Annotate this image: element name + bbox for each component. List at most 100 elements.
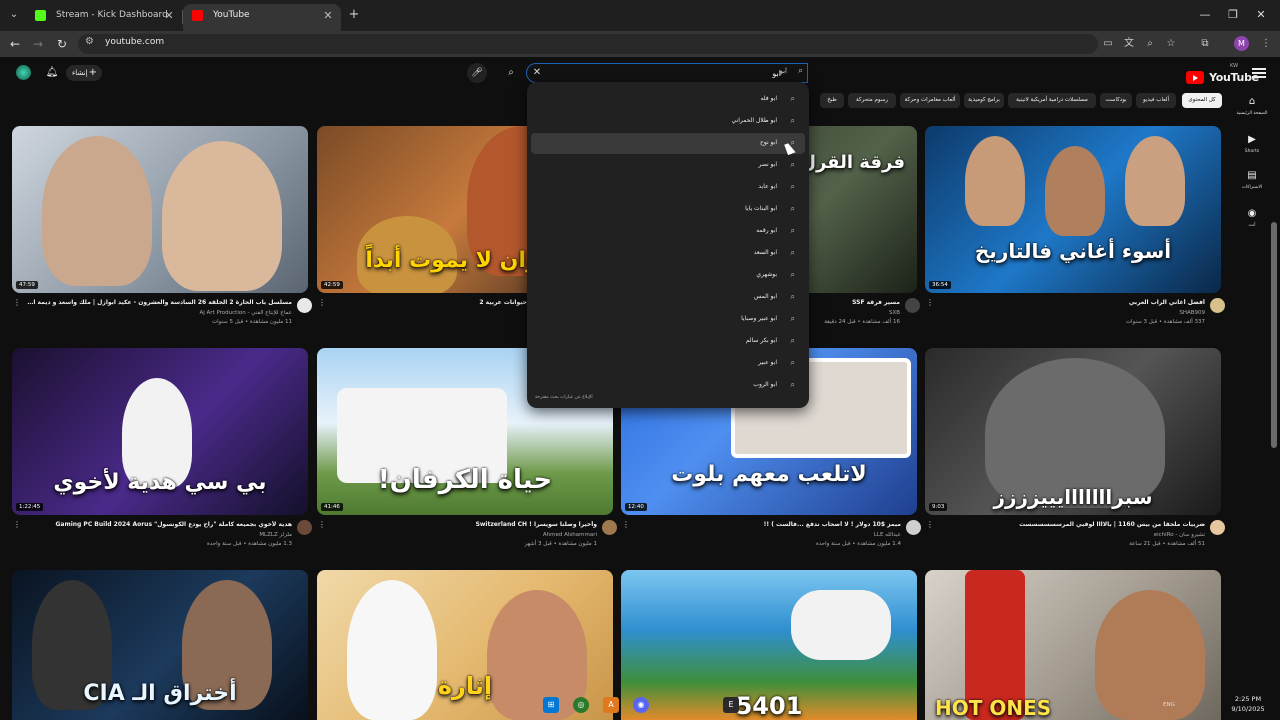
youtube-logo[interactable]: YouTube KW bbox=[1186, 63, 1259, 84]
page-scrollbar[interactable] bbox=[1271, 222, 1277, 448]
channel-avatar[interactable] bbox=[906, 520, 921, 535]
channel-avatar[interactable] bbox=[1210, 298, 1225, 313]
forward-arrow-icon[interactable]: → bbox=[29, 35, 47, 53]
more-actions-icon[interactable]: ⋮ bbox=[317, 298, 327, 307]
epic-taskbar-icon[interactable]: E bbox=[723, 697, 739, 713]
discord-taskbar-icon[interactable]: ◉ bbox=[633, 697, 649, 713]
chip-video-games[interactable]: ألعاب فيديو bbox=[1136, 93, 1176, 108]
cast-icon[interactable]: ▭ bbox=[1100, 36, 1116, 52]
suggestion-item[interactable]: ⌕ ابو رقمه bbox=[531, 221, 805, 242]
tab-search-chevron-icon[interactable]: ⌄ bbox=[6, 6, 22, 24]
video-thumbnail[interactable]: إثارة bbox=[317, 570, 613, 720]
suggestion-item[interactable]: ⌕ ابو طلال الحمراني bbox=[531, 111, 805, 132]
profile-avatar[interactable]: M bbox=[1234, 36, 1249, 51]
suggestion-item[interactable]: ⌕ ابو بكر سالم bbox=[531, 331, 805, 352]
new-tab-plus-icon[interactable]: + bbox=[346, 6, 362, 24]
video-thumbnail[interactable]: بي سي هدية لأخوي 1:22:45 bbox=[12, 348, 308, 515]
minimize-icon[interactable]: — bbox=[1196, 6, 1214, 24]
channel-name[interactable]: ملزلز MLZLZ bbox=[26, 532, 292, 538]
keyboard-language[interactable]: ENG bbox=[1163, 702, 1175, 708]
channel-name[interactable]: عماج للإنتاج الفني - Aj Art Production bbox=[26, 310, 292, 316]
search-button-icon[interactable]: ⌕ bbox=[498, 63, 524, 83]
translate-icon[interactable]: 文 bbox=[1121, 36, 1137, 52]
chip-podcasts[interactable]: بودكاست bbox=[1100, 93, 1132, 108]
suggestion-item[interactable]: ⌕ ابو الروب bbox=[531, 375, 805, 396]
chip-action-adventure[interactable]: ألعاب مغامرات وحركة bbox=[900, 93, 960, 108]
video-title[interactable]: ميمز $10 دولار ! لا أصحاب ندفع ...فالست … bbox=[635, 521, 901, 528]
suggestion-item[interactable]: ⌕ ابو نصر bbox=[531, 155, 805, 176]
browser-tab-kick[interactable]: Stream - Kick Dashboard ✕ bbox=[26, 4, 182, 31]
close-tab-icon[interactable]: ✕ bbox=[321, 4, 335, 27]
channel-name[interactable]: عبدالله LLE bbox=[635, 532, 901, 538]
site-info-icon[interactable]: ⚙ bbox=[85, 36, 94, 47]
chip-comedy[interactable]: برامج كوميدية bbox=[964, 93, 1004, 108]
chip-animation[interactable]: رسوم متحركة bbox=[848, 93, 896, 108]
taskbar-clock[interactable]: 2:25 PM 9/10/2025 bbox=[1220, 694, 1276, 714]
address-bar[interactable]: ⚙ youtube.com bbox=[78, 34, 1098, 54]
more-actions-icon[interactable]: ⋮ bbox=[621, 520, 631, 529]
video-title[interactable]: وأخيراً وصلنا سويسرا ! Switzerland CH bbox=[331, 521, 597, 528]
suggestion-item[interactable]: ⌕ ابو نوح bbox=[531, 133, 805, 154]
more-actions-icon[interactable]: ⋮ bbox=[925, 298, 935, 307]
video-thumbnail[interactable]: 47:59 bbox=[12, 126, 308, 293]
chrome-taskbar-icon[interactable]: ◎ bbox=[573, 697, 589, 713]
channel-name[interactable]: تشيرو سان - eichiRo bbox=[939, 532, 1205, 538]
channel-avatar[interactable] bbox=[602, 520, 617, 535]
bookmark-star-icon[interactable]: ☆ bbox=[1163, 36, 1179, 52]
app-taskbar-icon[interactable]: A bbox=[603, 697, 619, 713]
account-avatar[interactable] bbox=[16, 65, 31, 80]
suggestion-item[interactable]: ⌕ ابو السعد bbox=[531, 243, 805, 264]
more-actions-icon[interactable]: ⋮ bbox=[12, 520, 22, 529]
sidebar-item-shorts[interactable]: ▶︎ Shorts bbox=[1232, 133, 1272, 165]
chip-latin-drama[interactable]: مسلسلات درامية أمريكية لاتينية bbox=[1008, 93, 1096, 108]
channel-name[interactable]: Ahmed Alshammari bbox=[331, 532, 597, 538]
chip-all[interactable]: كل المحتوى bbox=[1182, 93, 1222, 108]
extensions-icon[interactable]: ⧉ bbox=[1197, 36, 1213, 52]
sidebar-item-home[interactable]: ⌂ الصفحة الرئيسية bbox=[1232, 95, 1272, 127]
suggestion-item[interactable]: ⌕ ابو البنات يايا bbox=[531, 199, 805, 220]
video-thumbnail[interactable]: 5401 bbox=[621, 570, 917, 720]
report-suggestions-link[interactable]: الإبلاغ عن عبارات بحث مقترحة bbox=[535, 395, 593, 400]
suggestion-item[interactable]: ⌕ بوشهري bbox=[531, 265, 805, 286]
video-title[interactable]: ضربيات ملحقا من بيس 1160 | بالاااا لوفيي… bbox=[939, 521, 1205, 528]
more-actions-icon[interactable]: ⋮ bbox=[925, 520, 935, 529]
suggestion-item[interactable]: ⌕ ابو فله bbox=[531, 89, 805, 110]
more-actions-icon[interactable]: ⋮ bbox=[12, 298, 22, 307]
suggestion-item[interactable]: ⌕ ابو عبير وصبايا bbox=[531, 309, 805, 330]
clear-search-icon[interactable]: ✕ bbox=[530, 65, 544, 81]
sidebar-item-subscriptions[interactable]: ▤ الاشتراكات bbox=[1232, 169, 1272, 201]
video-thumbnail[interactable]: أسوء أغاني فالتاريخ 36:54 bbox=[925, 126, 1221, 293]
voice-search-mic-icon[interactable]: 🎤︎ bbox=[467, 63, 487, 83]
windows-start-icon[interactable]: ⊞ bbox=[543, 697, 559, 713]
restore-icon[interactable]: ❐ bbox=[1224, 6, 1242, 24]
channel-avatar[interactable] bbox=[905, 298, 920, 313]
video-title[interactable]: مسلسل باب الحارة 2 الحلقة 26 السادسة وال… bbox=[26, 299, 292, 306]
reload-icon[interactable]: ↻ bbox=[53, 35, 71, 53]
video-title[interactable]: أفضل أغاني الراب العربي bbox=[939, 299, 1205, 306]
notifications-bell-icon[interactable]: 🔔︎ bbox=[44, 65, 60, 81]
channel-avatar[interactable] bbox=[1210, 520, 1225, 535]
search-box[interactable]: ✕ ابو ⌕ bbox=[526, 63, 808, 83]
video-title[interactable]: مسير فرقة SSF bbox=[812, 299, 900, 306]
suggestion-item[interactable]: ⌕ ابو عابد bbox=[531, 177, 805, 198]
search-input[interactable] bbox=[545, 67, 781, 80]
window-close-icon[interactable]: ✕ bbox=[1252, 6, 1270, 24]
create-button[interactable]: إنشاء + bbox=[66, 65, 102, 81]
browser-tab-youtube[interactable]: YouTube ✕ bbox=[183, 4, 341, 31]
chip-cooking[interactable]: طبخ bbox=[820, 93, 844, 108]
video-thumbnail[interactable]: HOT ONES bbox=[925, 570, 1221, 720]
browser-menu-icon[interactable]: ⋮ bbox=[1258, 36, 1274, 52]
video-thumbnail[interactable]: أختراق الـ CIA bbox=[12, 570, 308, 720]
channel-avatar[interactable] bbox=[297, 520, 312, 535]
video-thumbnail[interactable]: سبرااااااايييزززز 9:03 bbox=[925, 348, 1221, 515]
video-title[interactable]: حيوانات عربية 2 bbox=[337, 299, 527, 306]
suggestion-item[interactable]: ⌕ ابو المس bbox=[531, 287, 805, 308]
suggestion-item[interactable]: ⌕ ابو عبير bbox=[531, 353, 805, 374]
back-arrow-icon[interactable]: ← bbox=[6, 35, 24, 53]
channel-name[interactable]: SXB bbox=[812, 310, 900, 316]
video-title[interactable]: هدية لأخوي بجميعه كاملة "راح يودع الكونس… bbox=[26, 521, 292, 528]
channel-name[interactable]: SHAB909 bbox=[939, 310, 1205, 316]
sidebar-item-you[interactable]: ◉ أنت bbox=[1232, 207, 1272, 239]
close-tab-icon[interactable]: ✕ bbox=[162, 4, 176, 27]
more-actions-icon[interactable]: ⋮ bbox=[317, 520, 327, 529]
